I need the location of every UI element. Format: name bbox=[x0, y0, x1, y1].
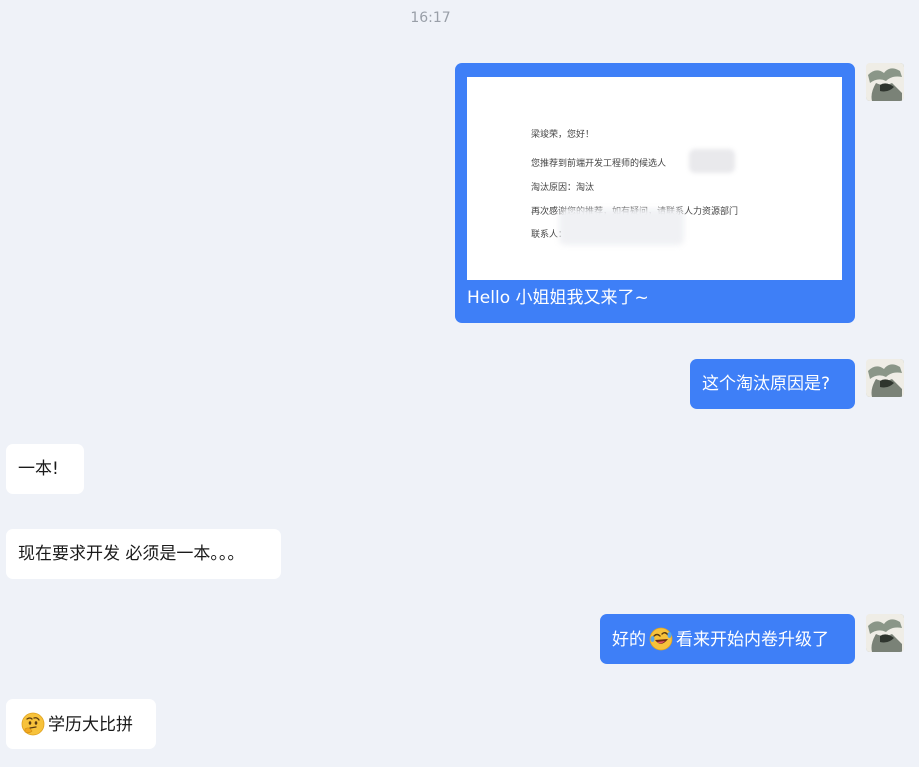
document-screenshot-image[interactable]: 梁竣荣，您好！ 您推荐到前端开发工程师的候选人 合适 淘汰原因：淘汰 再次感谢您… bbox=[467, 77, 842, 280]
blurred-contact bbox=[559, 209, 684, 245]
avatar-image bbox=[866, 359, 904, 397]
message-timestamp: 16:17 bbox=[410, 10, 451, 26]
incoming-text-message[interactable]: 学历大比拼 bbox=[6, 699, 156, 749]
user-avatar[interactable] bbox=[866, 63, 904, 101]
doc-reason: 淘汰原因：淘汰 bbox=[531, 183, 595, 193]
message-text: 看来开始内卷升级了 bbox=[676, 630, 829, 650]
incoming-text-message[interactable]: 一本! bbox=[6, 444, 84, 494]
outgoing-image-message[interactable]: 梁竣荣，您好！ 您推荐到前端开发工程师的候选人 合适 淘汰原因：淘汰 再次感谢您… bbox=[455, 63, 855, 323]
message-text: 学历大比拼 bbox=[48, 715, 133, 735]
thinking-face-icon bbox=[21, 712, 45, 736]
doc-candidate-line: 您推荐到前端开发工程师的候选人 bbox=[531, 159, 667, 169]
user-avatar[interactable] bbox=[866, 614, 904, 652]
message-text: 好的 bbox=[612, 630, 646, 650]
image-caption: Hello 小姐姐我又来了~ bbox=[467, 288, 649, 308]
incoming-text-message[interactable]: 现在要求开发 必须是一本。。。 bbox=[6, 529, 281, 579]
avatar-image bbox=[866, 614, 904, 652]
message-text: 现在要求开发 必须是一本。。。 bbox=[18, 544, 245, 564]
user-avatar[interactable] bbox=[866, 359, 904, 397]
doc-greeting: 梁竣荣，您好！ bbox=[531, 130, 595, 140]
outgoing-text-message[interactable]: 这个淘汰原因是? bbox=[690, 359, 855, 409]
rolling-on-floor-laughing-icon bbox=[649, 627, 673, 651]
avatar-image bbox=[866, 63, 904, 101]
message-text: 这个淘汰原因是? bbox=[702, 374, 831, 394]
blurred-candidate-name bbox=[689, 149, 735, 173]
message-text: 一本! bbox=[18, 459, 59, 479]
outgoing-text-message[interactable]: 好的 看来开始内卷升级了 bbox=[600, 614, 855, 664]
